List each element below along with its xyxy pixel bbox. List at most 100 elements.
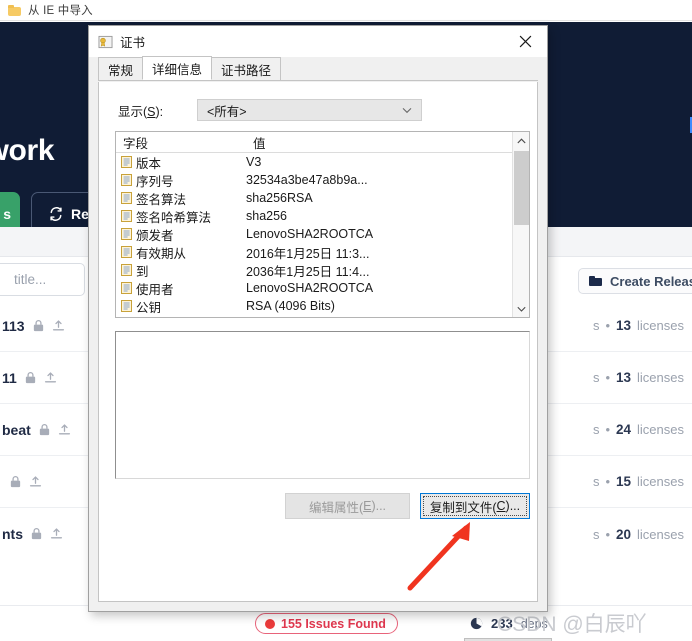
grid-cell-value: 2016年1月25日 11:3...: [246, 246, 370, 261]
row-separator: •: [605, 370, 610, 385]
row-meta: s • 13 licenses: [593, 370, 692, 385]
chevron-down-icon: [402, 107, 412, 114]
grid-cell-field: 版本: [116, 153, 246, 172]
grid-cell-field: 使用者: [116, 279, 246, 298]
tab-label: 证书路径: [221, 63, 272, 78]
bookmark-item-import-ie[interactable]: 从 IE 中导入: [28, 2, 93, 18]
upload-icon: [58, 423, 70, 435]
license-unit: licenses: [637, 474, 684, 489]
scroll-down-button[interactable]: [513, 300, 529, 317]
row-name-group: 113: [0, 318, 65, 334]
row-meta: s • 24 licenses: [593, 422, 692, 437]
field-icon: [121, 156, 132, 168]
row-suffix: s: [592, 526, 600, 542]
lock-icon: [10, 475, 21, 487]
row-name-group: beat: [0, 422, 71, 438]
tab-label: 详细信息: [152, 62, 203, 77]
grid-cell-value: sha256: [246, 209, 288, 223]
dependencies-summary: 233 deps: [470, 616, 548, 631]
page-title: Network: [0, 134, 55, 167]
folder-icon: [589, 276, 602, 286]
grid-cell-value: 32534a3be47a8b9a...: [246, 173, 368, 187]
field-icon: [121, 210, 132, 222]
grid-scrollbar[interactable]: [512, 132, 529, 317]
grid-row[interactable]: 签名哈希算法 sha256: [116, 207, 511, 225]
license-unit: licenses: [637, 370, 684, 385]
row-name: nts: [2, 526, 23, 542]
license-unit: licenses: [637, 422, 684, 437]
field-name: 公钥: [136, 300, 162, 315]
grid-row[interactable]: 版本 V3: [116, 153, 511, 171]
grid-cell-field: 颁发者: [116, 225, 246, 244]
certificate-icon: [98, 35, 113, 48]
grid-row[interactable]: 颁发者 LenovoSHA2ROOTCA: [116, 225, 511, 243]
grid-header-row: 字段 值: [116, 132, 529, 153]
license-count: 20: [616, 526, 632, 542]
field-icon: [121, 174, 132, 186]
field-name: 签名哈希算法: [136, 210, 212, 225]
row-separator: •: [605, 526, 610, 542]
tab-details[interactable]: 详细信息: [142, 56, 213, 80]
row-name-group: 11: [0, 370, 57, 386]
tab-general[interactable]: 常规: [98, 57, 144, 80]
row-suffix: s: [592, 474, 600, 489]
browser-bookmarks-bar: 从 IE 中导入: [0, 0, 692, 21]
screenshot-root: 从 IE 中导入 Network s Res title...: [0, 0, 692, 641]
refresh-icon: [50, 207, 62, 221]
field-icon: [121, 246, 132, 258]
grid-row[interactable]: 序列号 32534a3be47a8b9a...: [116, 171, 511, 189]
grid-cell-field: 序列号: [116, 171, 246, 190]
edit-properties-button[interactable]: 编辑属性(E)...: [285, 493, 410, 519]
grid-row[interactable]: 签名算法 sha256RSA: [116, 189, 511, 207]
dialog-title-bar[interactable]: 证书: [89, 26, 547, 57]
row-suffix: s: [592, 370, 600, 385]
show-filter-select[interactable]: <所有>: [197, 99, 422, 121]
close-button[interactable]: [503, 26, 547, 57]
grid-cell-field: 到: [116, 261, 246, 280]
pie-chart-icon: [470, 617, 483, 630]
license-count: 13: [616, 318, 632, 333]
dependency-count: 233: [491, 616, 513, 631]
create-release-group-button[interactable]: Create Release Gro: [578, 268, 692, 294]
grid-rows: 版本 V3 序列号 32534a3be47a8b9a... 签名算法 sha25…: [116, 153, 511, 317]
license-unit: licenses: [637, 318, 684, 333]
copy-to-file-button[interactable]: 复制到文件(C)...: [420, 493, 530, 519]
close-icon: [519, 35, 531, 48]
scroll-up-button[interactable]: [513, 132, 529, 149]
grid-row[interactable]: 到 2036年1月25日 11:4...: [116, 261, 511, 279]
row-name-group: [0, 475, 42, 489]
upload-icon: [29, 475, 42, 487]
row-suffix: s: [592, 422, 600, 437]
chevron-up-icon: [516, 137, 526, 143]
grid-cell-value: sha256RSA: [246, 191, 313, 205]
field-name: 序列号: [136, 174, 174, 189]
grid-row[interactable]: 有效期从 2016年1月25日 11:3...: [116, 243, 511, 261]
grid-cell-field: 签名哈希算法: [116, 207, 246, 226]
field-name: 颁发者: [136, 228, 174, 243]
folder-icon: [8, 4, 21, 16]
license-count: 24: [616, 422, 632, 437]
tab-certification-path[interactable]: 证书路径: [211, 57, 282, 80]
issues-found-badge[interactable]: 155 Issues Found: [255, 613, 398, 634]
scrollbar-thumb[interactable]: [514, 151, 529, 225]
row-name: 113: [2, 317, 25, 334]
dialog-action-buttons: 编辑属性(E)... 复制到文件(C)...: [115, 493, 530, 519]
search-input[interactable]: title...: [0, 263, 85, 296]
grid-row[interactable]: 使用者 LenovoSHA2ROOTCA: [116, 279, 511, 297]
license-unit: licenses: [637, 526, 684, 542]
tab-label: 常规: [108, 63, 134, 78]
dialog-title: 证书: [120, 36, 146, 50]
chevron-down-icon: [516, 306, 526, 312]
field-name: 到: [136, 264, 149, 279]
grid-cell-value: RSA (4096 Bits): [246, 299, 335, 313]
status-dot-icon: [265, 618, 275, 629]
field-detail-textarea[interactable]: [115, 331, 530, 479]
grid-cell-field: 有效期从: [116, 243, 246, 262]
row-name: 11: [2, 369, 17, 386]
row-separator: •: [605, 474, 610, 489]
grid-cell-value: LenovoSHA2ROOTCA: [246, 281, 374, 295]
grid-row[interactable]: 公钥 RSA (4096 Bits): [116, 297, 511, 315]
field-icon: [121, 300, 132, 312]
dialog-tabs: 常规 详细信息 证书路径: [98, 56, 538, 81]
row-meta: s • 20 licenses: [593, 527, 692, 542]
